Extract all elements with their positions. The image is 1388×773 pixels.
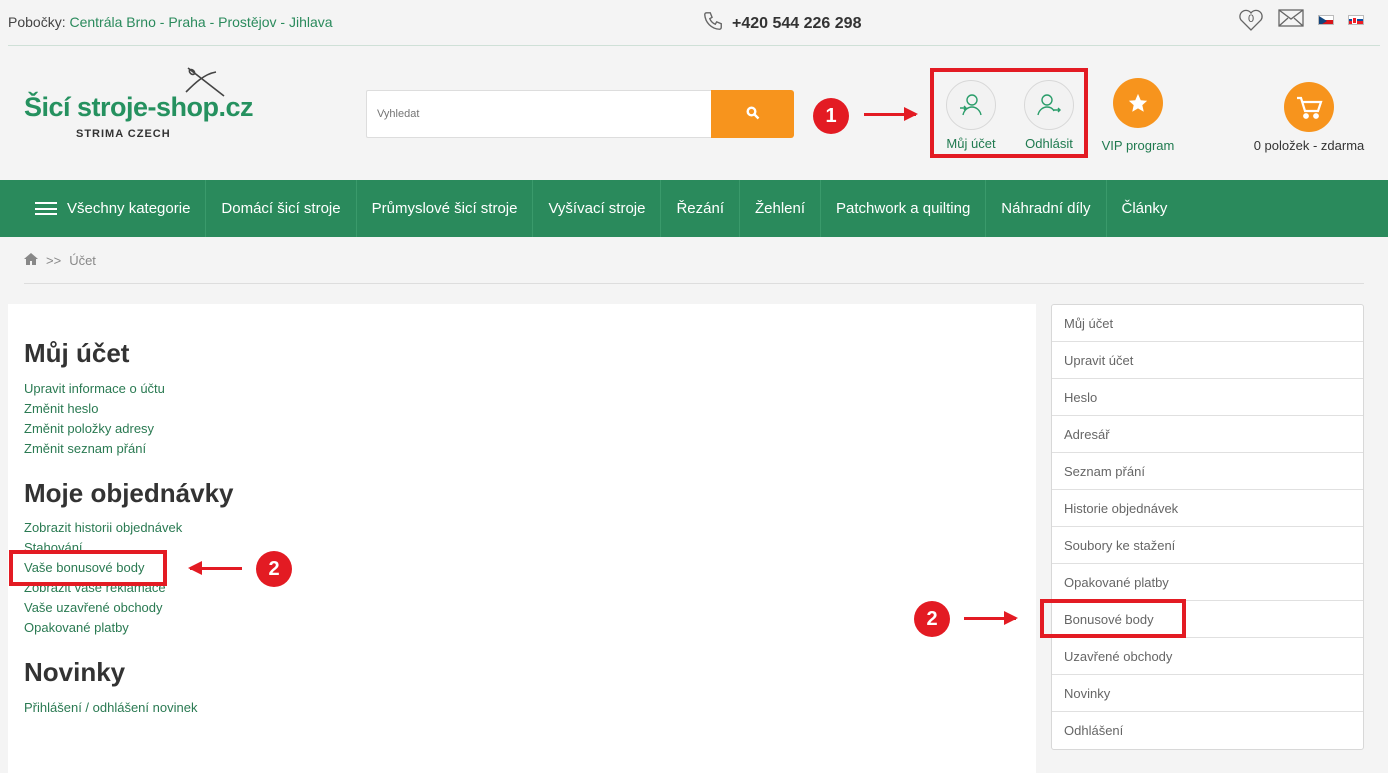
branch-link-praha[interactable]: Praha [168, 14, 205, 30]
annotation-badge-1: 1 [813, 98, 849, 134]
nav-item-zehleni[interactable]: Žehlení [740, 180, 822, 237]
annotation-arrow-2-right [964, 611, 1018, 625]
nav-item-vysivaci[interactable]: Vyšívací stroje [533, 180, 662, 237]
logo-subtitle: STRIMA CZECH [76, 128, 171, 140]
account-sidebar: Můj účet Upravit účet Heslo Adresář Sezn… [1051, 304, 1364, 750]
branches-list: Pobočky: Centrála Brno - Praha - Prostěj… [8, 14, 333, 30]
main-nav: Všechny kategorie Domácí šicí stroje Prů… [0, 180, 1388, 237]
link-change-wishlist[interactable]: Změnit seznam přání [24, 441, 146, 456]
nav-item-domaci[interactable]: Domácí šicí stroje [206, 180, 357, 237]
top-icons: 0 [1238, 8, 1364, 32]
search-bar [366, 90, 794, 138]
vip-program-button[interactable]: VIP program [1096, 78, 1180, 153]
home-icon[interactable] [24, 253, 38, 268]
sidebar-item-logout[interactable]: Odhlášení [1052, 712, 1363, 749]
wishlist-count: 0 [1247, 13, 1255, 25]
annotation-arrow-2-left [188, 561, 242, 575]
link-order-history[interactable]: Zobrazit historii objednávek [24, 520, 182, 535]
top-bar: Pobočky: Centrála Brno - Praha - Prostěj… [8, 0, 1380, 46]
link-closed-deals[interactable]: Vaše uzavřené obchody [24, 600, 163, 615]
site-logo[interactable]: Šicí stroje-shop.cz STRIMA CZECH [24, 67, 254, 144]
section-title-newsletter: Novinky [24, 657, 126, 687]
link-change-addresses[interactable]: Změnit položky adresy [24, 421, 154, 436]
breadcrumb: >> Účet [24, 238, 1364, 284]
sidebar-item-downloads[interactable]: Soubory ke stažení [1052, 527, 1363, 564]
search-button[interactable] [711, 90, 794, 138]
nav-item-clanky[interactable]: Články [1107, 180, 1183, 237]
annotation-arrow-1 [864, 107, 918, 121]
hamburger-icon [35, 202, 57, 215]
nav-all-categories[interactable]: Všechny kategorie [20, 180, 207, 237]
sidebar-item-my-account[interactable]: Můj účet [1052, 305, 1363, 342]
link-recurring-payments[interactable]: Opakované platby [24, 620, 129, 635]
breadcrumb-separator: >> [46, 253, 62, 268]
branches-label: Pobočky: [8, 14, 66, 30]
branch-link-brno[interactable]: Centrála Brno [69, 14, 155, 30]
annotation-badge-2-left: 2 [256, 551, 292, 587]
link-newsletter-subscribe[interactable]: Přihlášení / odhlášení novinek [24, 700, 197, 715]
sidebar-item-password[interactable]: Heslo [1052, 379, 1363, 416]
nav-item-rezani[interactable]: Řezání [661, 180, 740, 237]
branch-link-jihlava[interactable]: Jihlava [289, 14, 333, 30]
nav-item-prumyslove[interactable]: Průmyslové šicí stroje [357, 180, 534, 237]
sidebar-item-address-book[interactable]: Adresář [1052, 416, 1363, 453]
sidebar-item-wishlist[interactable]: Seznam přání [1052, 453, 1363, 490]
annotation-box-bonus-sidebar [1040, 599, 1186, 638]
section-title-my-account: Můj účet [24, 338, 130, 368]
phone-icon [702, 10, 724, 37]
link-change-password[interactable]: Změnit heslo [24, 401, 98, 416]
cart-button[interactable]: 0 položek - zdarma [1246, 82, 1372, 153]
branch-link-prostejov[interactable]: Prostějov [218, 14, 276, 30]
phone-number: +420 544 226 298 [732, 14, 862, 32]
search-icon [746, 106, 760, 123]
cart-label: 0 položek - zdarma [1253, 138, 1365, 153]
vip-label: VIP program [1101, 138, 1175, 153]
flag-sk-icon[interactable] [1348, 15, 1364, 25]
sidebar-item-order-history[interactable]: Historie objednávek [1052, 490, 1363, 527]
sidebar-item-newsletter[interactable]: Novinky [1052, 675, 1363, 712]
phone-contact[interactable]: +420 544 226 298 [702, 10, 861, 37]
link-edit-account-info[interactable]: Upravit informace o účtu [24, 381, 165, 396]
cart-icon [1284, 82, 1334, 132]
flag-cz-icon[interactable] [1318, 15, 1334, 25]
star-icon [1113, 78, 1163, 128]
account-main-panel: Můj účet Upravit informace o účtu Změnit… [8, 304, 1036, 773]
logo-title: Šicí stroje-shop.cz [24, 92, 254, 122]
annotation-box-bonus-link [9, 550, 167, 586]
nav-item-patchwork[interactable]: Patchwork a quilting [821, 180, 987, 237]
annotation-badge-2-right: 2 [914, 601, 950, 637]
section-title-my-orders: Moje objednávky [24, 478, 234, 508]
mail-icon[interactable] [1278, 8, 1304, 32]
sidebar-item-closed-deals[interactable]: Uzavřené obchody [1052, 638, 1363, 675]
nav-item-nahradni-dily[interactable]: Náhradní díly [986, 180, 1107, 237]
sidebar-item-edit-account[interactable]: Upravit účet [1052, 342, 1363, 379]
search-input[interactable] [366, 90, 711, 138]
annotation-box-account [930, 68, 1088, 158]
wishlist-heart-icon[interactable]: 0 [1238, 8, 1264, 32]
breadcrumb-current: Účet [69, 253, 96, 268]
sidebar-item-recurring-payments[interactable]: Opakované platby [1052, 564, 1363, 601]
